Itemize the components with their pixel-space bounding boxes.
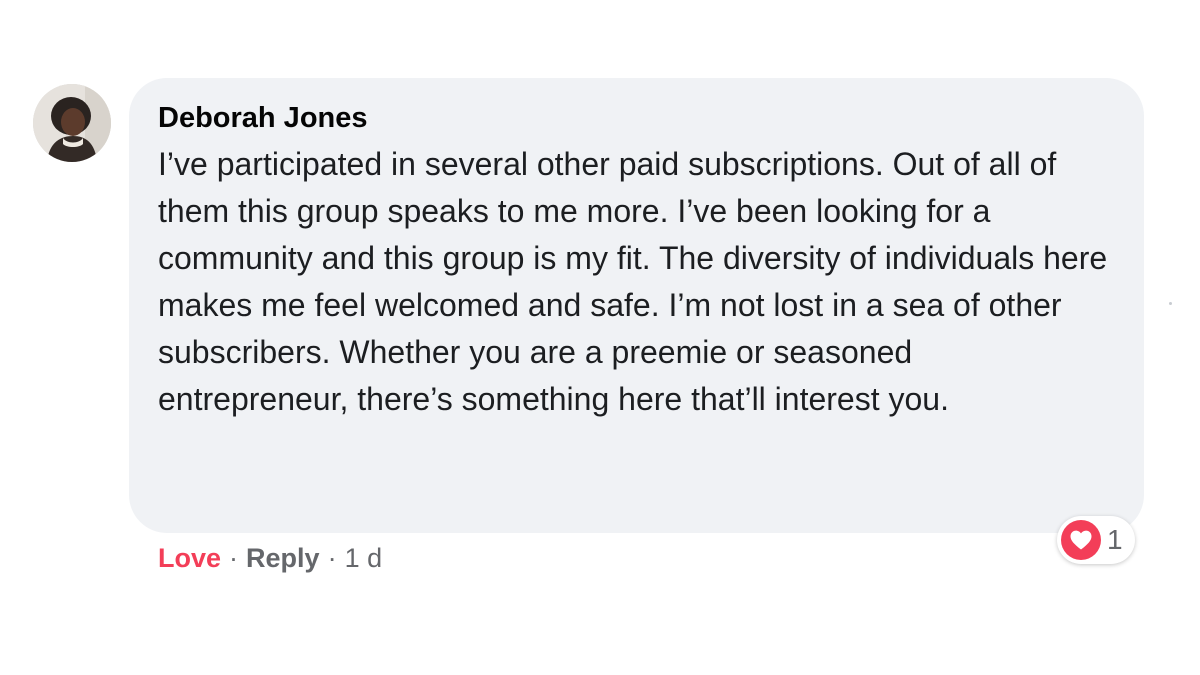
comment-author[interactable]: Deborah Jones — [158, 100, 368, 136]
comment-text: I’ve participated in several other paid … — [158, 146, 1108, 417]
separator: · — [327, 543, 337, 573]
love-button[interactable]: Love — [158, 543, 221, 573]
avatar[interactable] — [33, 84, 111, 162]
separator: · — [229, 543, 239, 573]
edge-dot — [1169, 302, 1172, 305]
comment-actions: Love · Reply · 1 d — [158, 540, 382, 576]
reply-button[interactable]: Reply — [246, 543, 320, 573]
heart-icon — [1061, 520, 1101, 560]
comment-bubble: Deborah Jones I’ve participated in sever… — [129, 78, 1144, 533]
reaction-summary[interactable]: 1 — [1057, 516, 1135, 564]
comment-timestamp[interactable]: 1 d — [345, 543, 383, 573]
reaction-count: 1 — [1107, 524, 1123, 555]
